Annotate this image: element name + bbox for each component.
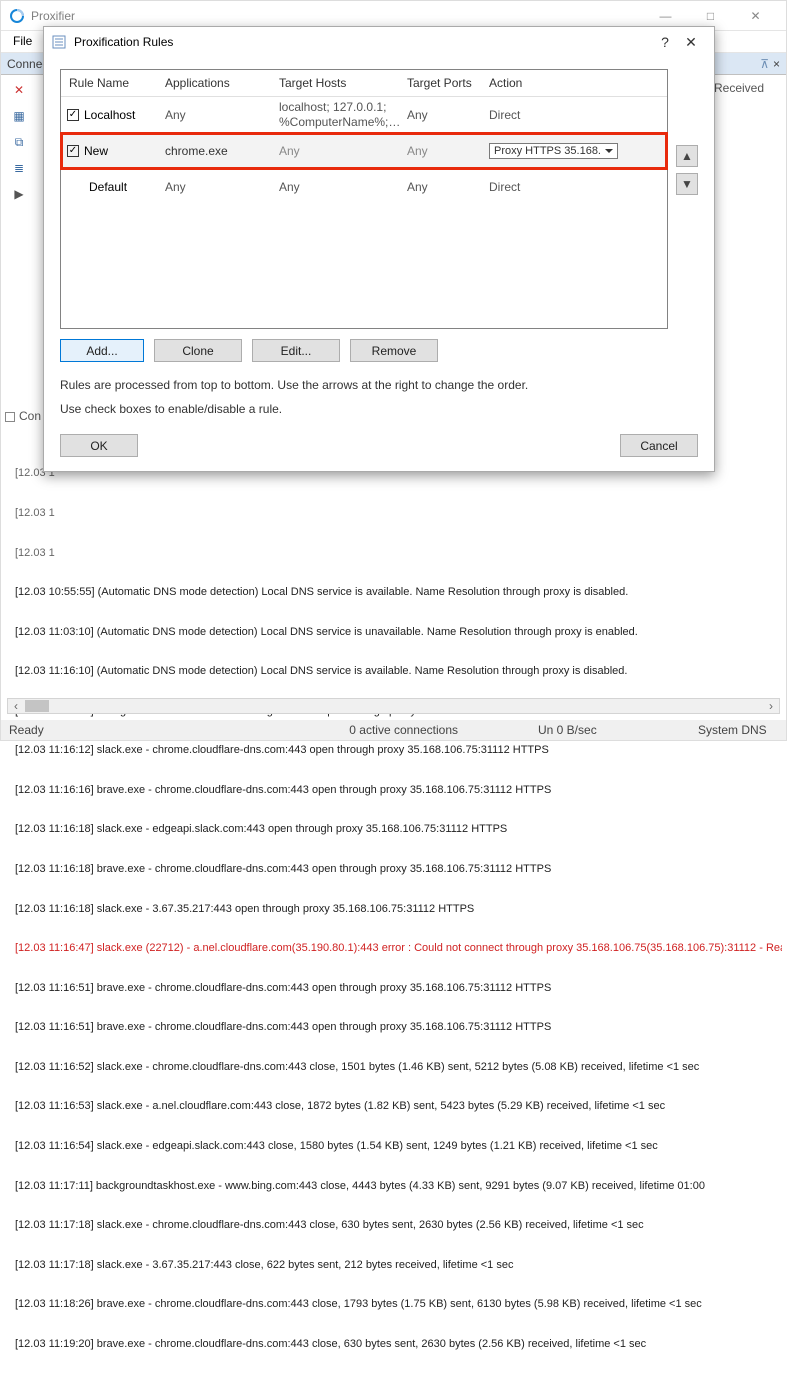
col-action[interactable]: Action	[481, 70, 667, 96]
rule-ports: Any	[399, 142, 481, 160]
ok-button[interactable]: OK	[60, 434, 138, 457]
log-line: [12.03 11:16:18] brave.exe - chrome.clou…	[15, 863, 782, 876]
log-line: [12.03 11:19:20] brave.exe - chrome.clou…	[15, 1338, 782, 1351]
scroll-right-icon[interactable]: ›	[763, 699, 779, 713]
log-line: [12.03 1	[15, 507, 782, 520]
proxifier-logo-icon	[9, 8, 25, 24]
received-column-header: Received	[710, 79, 780, 97]
log-line: [12.03 11:16:51] brave.exe - chrome.clou…	[15, 1021, 782, 1034]
log-line: [12.03 11:16:52] slack.exe - chrome.clou…	[15, 1061, 782, 1074]
rules-icon	[52, 34, 68, 50]
rule-ports: Any	[399, 178, 481, 196]
log-line: [12.03 11:16:18] slack.exe - edgeapi.sla…	[15, 823, 782, 836]
proxification-rules-dialog: Proxification Rules ? ✕ Rule Name Applic…	[43, 26, 715, 472]
log-line: [12.03 11:16:10] (Automatic DNS mode det…	[15, 665, 782, 678]
col-applications[interactable]: Applications	[157, 70, 271, 96]
rule-action-buttons: Add... Clone Edit... Remove	[60, 339, 698, 362]
status-connections: 0 active connections	[349, 723, 458, 737]
col-rule-name[interactable]: Rule Name	[61, 70, 157, 96]
status-dns: System DNS	[698, 723, 778, 737]
tool-copy-icon[interactable]: ⧉	[1, 129, 37, 155]
scroll-left-icon[interactable]: ‹	[8, 699, 24, 713]
rule-hosts: Any	[271, 142, 399, 160]
col-target-hosts[interactable]: Target Hosts	[271, 70, 399, 96]
rule-app: Any	[157, 106, 271, 124]
dialog-close-button[interactable]: ✕	[678, 34, 704, 51]
rule-name: New	[84, 144, 108, 158]
rule-row-localhost[interactable]: ✓ Localhost Any localhost; 127.0.0.1; %Co…	[61, 97, 667, 133]
window-title: Proxifier	[31, 9, 643, 23]
add-button[interactable]: Add...	[60, 339, 144, 362]
status-ready: Ready	[9, 723, 89, 737]
connections-tab[interactable]: Con	[5, 409, 41, 423]
rule-action: Direct	[481, 106, 667, 124]
log-line: [12.03 11:16:12] slack.exe - chrome.clou…	[15, 744, 782, 757]
log-line: [12.03 1	[15, 547, 782, 560]
grid-icon	[5, 412, 15, 422]
hint-checkbox: Use check boxes to enable/disable a rule…	[60, 402, 698, 416]
move-down-button[interactable]: ▼	[676, 173, 698, 195]
cancel-button[interactable]: Cancel	[620, 434, 698, 457]
remove-button[interactable]: Remove	[350, 339, 438, 362]
log-line: [12.03 11:16:51] brave.exe - chrome.clou…	[15, 982, 782, 995]
horizontal-scrollbar[interactable]: ‹ ›	[7, 698, 780, 714]
left-toolbox: ✕ ▦ ⧉ ≣ ▶	[1, 77, 37, 207]
rule-app: chrome.exe	[157, 142, 271, 160]
dialog-title-bar: Proxification Rules ? ✕	[44, 27, 714, 57]
clone-button[interactable]: Clone	[154, 339, 242, 362]
rules-table-header: Rule Name Applications Target Hosts Targ…	[61, 70, 667, 97]
edit-button[interactable]: Edit...	[252, 339, 340, 362]
log-line: [12.03 11:16:18] slack.exe - 3.67.35.217…	[15, 903, 782, 916]
log-line: [12.03 11:17:18] slack.exe - 3.67.35.217…	[15, 1259, 782, 1272]
log-line: [12.03 11:18:26] brave.exe - chrome.clou…	[15, 1298, 782, 1311]
rules-table: Rule Name Applications Target Hosts Targ…	[60, 69, 668, 329]
rule-checkbox[interactable]: ✓	[67, 109, 79, 121]
hint-order: Rules are processed from top to bottom. …	[60, 378, 698, 392]
log-line: [12.03 10:55:55] (Automatic DNS mode det…	[15, 586, 782, 599]
rule-app: Any	[157, 178, 271, 196]
menu-file[interactable]: File	[7, 31, 38, 52]
panel-close-icon[interactable]: ×	[773, 57, 780, 71]
rule-name: Default	[89, 180, 127, 194]
status-bar: Ready 0 active connections Un 0 B/sec Sy…	[1, 720, 786, 740]
rule-action: Direct	[481, 178, 667, 196]
status-speed: Un 0 B/sec	[538, 723, 618, 737]
tool-list-icon[interactable]: ≣	[1, 155, 37, 181]
pin-icon[interactable]: ⊼	[760, 57, 769, 71]
tool-play-icon[interactable]: ▶	[1, 181, 37, 207]
tool-delete-icon[interactable]: ✕	[1, 77, 37, 103]
rule-hosts: localhost; 127.0.0.1; %ComputerName%;…	[271, 98, 399, 131]
dialog-help-button[interactable]: ?	[652, 34, 678, 50]
action-dropdown[interactable]: Proxy HTTPS 35.168.	[489, 143, 618, 159]
log-line-error: [12.03 11:16:47] slack.exe (22712) - a.n…	[15, 942, 782, 955]
log-line: [12.03 11:16:16] brave.exe - chrome.clou…	[15, 784, 782, 797]
log-line: [12.03 11:17:11] backgroundtaskhost.exe …	[15, 1180, 782, 1193]
log-output: [12.03 1 [12.03 1 [12.03 1 [12.03 10:55:…	[15, 441, 782, 1377]
col-target-ports[interactable]: Target Ports	[399, 70, 481, 96]
rule-checkbox[interactable]: ✓	[67, 145, 79, 157]
close-button[interactable]: ✕	[733, 2, 778, 30]
rule-name: Localhost	[84, 108, 135, 122]
rule-hosts: Any	[271, 178, 399, 196]
scroll-thumb[interactable]	[25, 700, 49, 712]
rule-row-new[interactable]: ✓ New chrome.exe Any Any Proxy HTTPS 35.1…	[61, 133, 667, 169]
log-line: [12.03 11:03:10] (Automatic DNS mode det…	[15, 626, 782, 639]
log-line: [12.03 11:16:53] slack.exe - a.nel.cloud…	[15, 1100, 782, 1113]
dialog-title: Proxification Rules	[74, 35, 652, 49]
move-up-button[interactable]: ▲	[676, 145, 698, 167]
order-arrows: ▲ ▼	[676, 69, 698, 329]
log-line: [12.03 11:16:54] slack.exe - edgeapi.sla…	[15, 1140, 782, 1153]
rule-row-default[interactable]: Default Any Any Any Direct	[61, 169, 667, 205]
scroll-track[interactable]	[50, 699, 763, 713]
tool-layout-icon[interactable]: ▦	[1, 103, 37, 129]
right-panel: Received	[710, 79, 780, 97]
rule-ports: Any	[399, 106, 481, 124]
log-line: [12.03 11:17:18] slack.exe - chrome.clou…	[15, 1219, 782, 1232]
